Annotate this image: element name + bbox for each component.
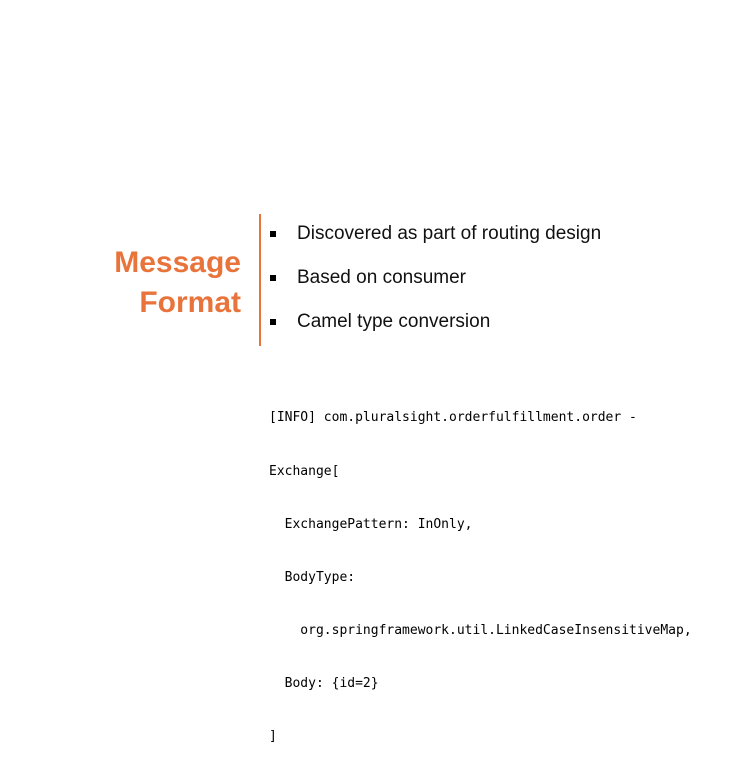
log-line: org.springframework.util.LinkedCaseInsen…: [269, 622, 692, 638]
square-bullet-icon: [270, 231, 276, 237]
vertical-divider: [259, 214, 261, 346]
log-output: [INFO] com.pluralsight.orderfulfillment.…: [269, 374, 692, 781]
slide-title: Message Format: [60, 243, 241, 323]
bullet-list: Discovered as part of routing design Bas…: [270, 212, 601, 344]
bullet-text: Discovered as part of routing design: [297, 223, 602, 244]
log-line: ExchangePattern: InOnly,: [269, 516, 473, 532]
bullet-text: Camel type conversion: [297, 311, 491, 332]
slide-title-line-2: Format: [139, 286, 241, 319]
square-bullet-icon: [270, 275, 276, 281]
slide-title-line-1: Message: [114, 246, 241, 279]
log-line: BodyType:: [269, 569, 356, 585]
log-line: Body: {id=2}: [269, 675, 379, 691]
bullet-item: Discovered as part of routing design: [270, 212, 601, 256]
log-line: ]: [269, 729, 277, 745]
log-line: Exchange[: [269, 463, 340, 479]
bullet-text: Based on consumer: [297, 267, 466, 288]
bullet-item: Based on consumer: [270, 256, 601, 300]
log-line: [INFO] com.pluralsight.orderfulfillment.…: [269, 410, 637, 426]
bullet-item: Camel type conversion: [270, 300, 601, 344]
slide: Message Format Discovered as part of rou…: [0, 0, 750, 744]
square-bullet-icon: [270, 319, 276, 325]
